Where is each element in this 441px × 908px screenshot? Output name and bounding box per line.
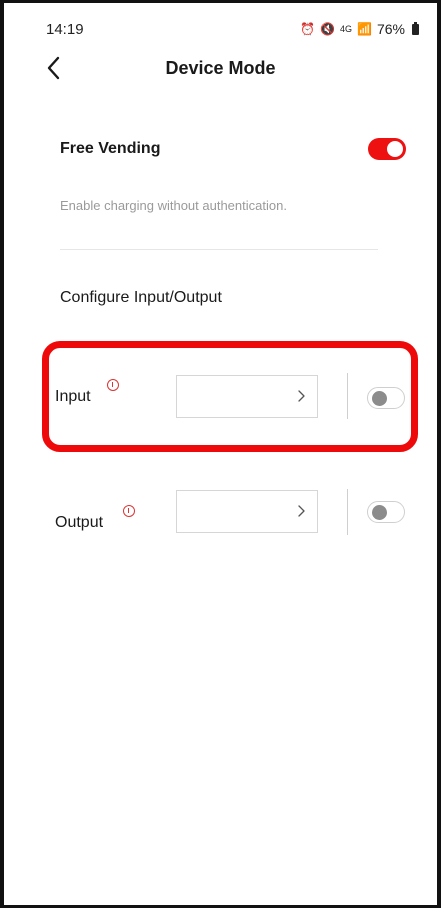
input-select[interactable] [176,375,318,418]
toggle-knob [372,391,387,406]
output-label: Output [55,514,104,531]
battery-percent: 76% [376,21,405,37]
chevron-right-icon [298,505,305,517]
mute-icon: 🔇 [320,22,335,36]
output-separator [347,489,348,535]
output-warning-icon [123,505,135,517]
battery-icon [412,21,419,35]
divider [60,249,378,250]
input-separator [347,373,348,419]
header: Device Mode [0,46,441,92]
free-vending-description: Enable charging without authentication. [60,198,287,213]
signal-icon: 📶 [357,22,372,36]
status-time: 14:19 [46,21,84,38]
4g-icon: 4G [340,24,353,34]
toggle-knob [372,505,387,520]
free-vending-label: Free Vending [60,140,161,157]
page-title: Device Mode [165,58,276,78]
chevron-right-icon [298,390,305,402]
free-vending-toggle[interactable] [368,138,406,160]
screenshot-frame [0,0,441,908]
status-bar: 14:19 ⏰ 🔇 4G 📶 76% [0,0,441,38]
input-label: Input [55,388,91,405]
toggle-knob [387,141,403,157]
output-select[interactable] [176,490,318,533]
alarm-icon: ⏰ [300,22,316,36]
status-icons: ⏰ 🔇 4G 📶 76% [300,21,419,37]
input-toggle[interactable] [367,387,405,409]
output-toggle[interactable] [367,501,405,523]
input-warning-icon [107,379,119,391]
section-title: Configure Input/Output [60,289,222,306]
